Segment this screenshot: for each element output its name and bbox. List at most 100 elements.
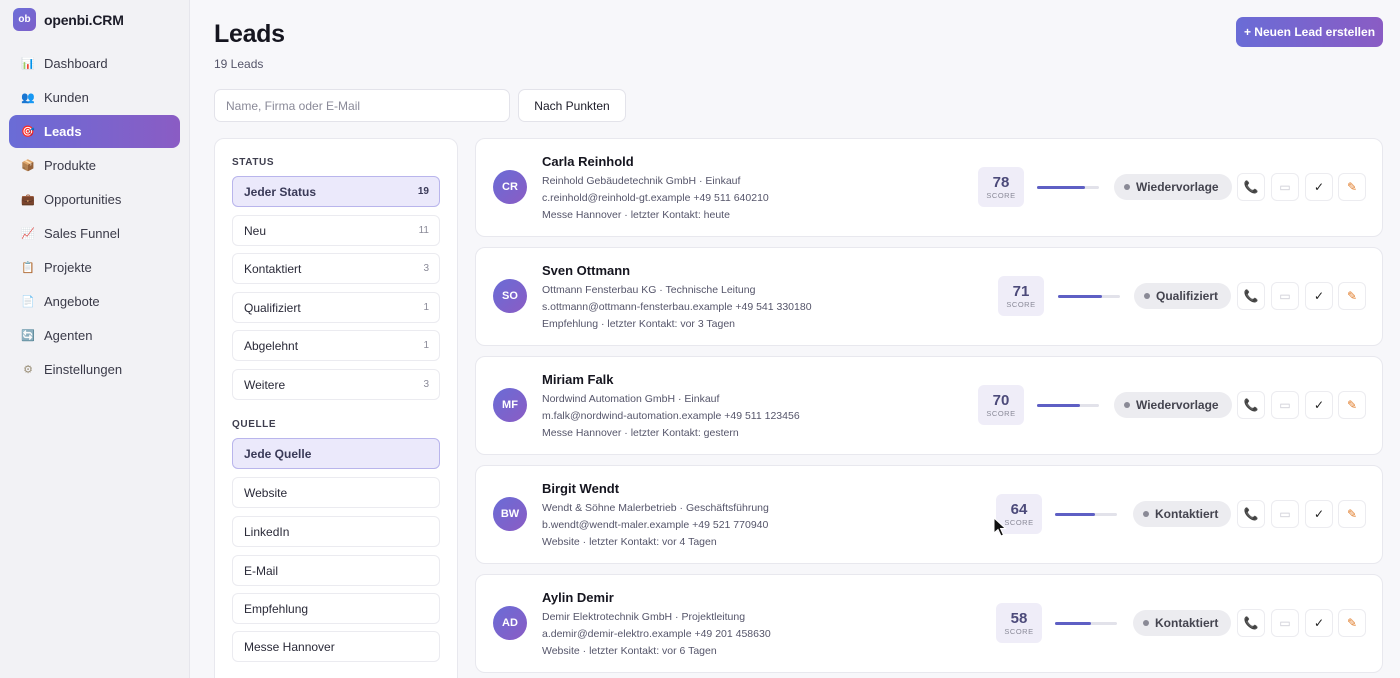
lead-card[interactable]: BW Birgit Wendt Wendt & Söhne Malerbetri… [475,465,1383,564]
sidebar-item-kunden[interactable]: 👥 Kunden [9,81,180,114]
sort-by-points-button[interactable]: Nach Punkten [518,89,626,122]
source-filter-empfehlung[interactable]: Empfehlung [232,593,440,624]
call-button[interactable]: 📞 [1237,282,1265,310]
users-icon: 👥 [21,92,35,104]
lead-company: Demir Elektrotechnik GmbH · Projektleitu… [542,611,746,623]
lead-card[interactable]: CR Carla Reinhold Reinhold Gebäudetechni… [475,138,1383,237]
sidebar-item-produkte[interactable]: 📦 Produkte [9,149,180,182]
status-filter-neu[interactable]: Neu 11 [232,215,440,246]
lead-name[interactable]: Aylin Demir [542,590,614,605]
call-button[interactable]: 📞 [1237,500,1265,528]
sidebar-item-leads[interactable]: 🎯 Leads [9,115,180,148]
filter-label: Messe Hannover [244,639,335,654]
page-title: Leads [214,20,285,48]
lead-name[interactable]: Birgit Wendt [542,481,619,496]
score-value: 64 [1010,501,1028,518]
refresh-icon: 🔄 [21,330,35,342]
qualify-button[interactable]: ✓ [1305,173,1333,201]
sidebar-item-opportunities[interactable]: 💼 Opportunities [9,183,180,216]
score-value: 58 [1010,610,1028,627]
sidebar-item-label: Einstellungen [44,362,123,377]
avatar: BW [493,497,527,531]
search-input[interactable] [214,89,510,122]
qualify-button[interactable]: ✓ [1305,609,1333,637]
email-button[interactable]: ▭ [1271,500,1299,528]
status-dot-icon [1143,620,1149,626]
sidebar-item-angebote[interactable]: 📄 Angebote [9,285,180,318]
lead-meta: Messe Hannover · letzter Kontakt: gester… [542,427,739,439]
status-badge[interactable]: Wiedervorlage [1114,174,1232,200]
status-badge[interactable]: Wiedervorlage [1114,392,1232,418]
lead-contact: s.ottmann@ottmann-fensterbau.example +49… [542,301,812,313]
qualify-button[interactable]: ✓ [1305,282,1333,310]
source-filter-all[interactable]: Jede Quelle [232,438,440,469]
lead-company: Ottmann Fensterbau KG · Technische Leitu… [542,284,756,296]
edit-button[interactable]: ✎ [1338,609,1366,637]
score-bar-fill [1055,622,1091,625]
lead-name[interactable]: Sven Ottmann [542,263,630,278]
status-filter-qualifiziert[interactable]: Qualifiziert 1 [232,292,440,323]
sidebar-item-dashboard[interactable]: 📊 Dashboard [9,47,180,80]
score-bar [1058,295,1120,298]
sidebar-item-label: Sales Funnel [44,226,120,241]
sidebar-item-projekte[interactable]: 📋 Projekte [9,251,180,284]
score-value: 70 [992,392,1010,409]
lead-card[interactable]: MF Miriam Falk Nordwind Automation GmbH … [475,356,1383,455]
source-filter-messe-hannover[interactable]: Messe Hannover [232,631,440,662]
pencil-icon: ✎ [1346,507,1358,521]
filter-count: 1 [423,302,429,313]
mail-icon: ▭ [1279,507,1291,521]
call-button[interactable]: 📞 [1237,173,1265,201]
status-badge[interactable]: Qualifiziert [1134,283,1232,309]
lead-meta: Empfehlung · letzter Kontakt: vor 3 Tage… [542,318,735,330]
email-button[interactable]: ▭ [1271,391,1299,419]
new-lead-button[interactable]: + Neuen Lead erstellen [1236,17,1383,47]
score-value: 71 [1012,283,1030,300]
sidebar-item-label: Leads [44,124,82,139]
filter-label: Weitere [244,377,286,392]
filter-label: Empfehlung [244,601,309,616]
filter-label: LinkedIn [244,524,290,539]
status-badge[interactable]: Kontaktiert [1133,501,1232,527]
mail-icon: ▭ [1279,180,1291,194]
source-filter-linkedin[interactable]: LinkedIn [232,516,440,547]
source-filter-email[interactable]: E-Mail [232,555,440,586]
lead-name[interactable]: Carla Reinhold [542,154,634,169]
source-filter-website[interactable]: Website [232,477,440,508]
package-icon: 📦 [21,160,35,172]
status-filter-all[interactable]: Jeder Status 19 [232,176,440,207]
edit-button[interactable]: ✎ [1338,173,1366,201]
filter-label: Kontaktiert [244,261,302,276]
status-badge[interactable]: Kontaktiert [1133,610,1232,636]
email-button[interactable]: ▭ [1271,282,1299,310]
lead-name[interactable]: Miriam Falk [542,372,614,387]
call-button[interactable]: 📞 [1237,391,1265,419]
email-button[interactable]: ▭ [1271,609,1299,637]
edit-button[interactable]: ✎ [1338,500,1366,528]
pencil-icon: ✎ [1346,616,1358,630]
status-filter-weitere[interactable]: Weitere 3 [232,369,440,400]
sidebar-item-label: Angebote [44,294,100,309]
avatar: CR [493,170,527,204]
edit-button[interactable]: ✎ [1338,391,1366,419]
status-label: Kontaktiert [1155,616,1219,630]
lead-card[interactable]: AD Aylin Demir Demir Elektrotechnik GmbH… [475,574,1383,673]
sidebar-item-sales-funnel[interactable]: 📈 Sales Funnel [9,217,180,250]
call-button[interactable]: 📞 [1237,609,1265,637]
check-icon: ✓ [1313,289,1325,303]
sidebar-item-agenten[interactable]: 🔄 Agenten [9,319,180,352]
sidebar-item-einstellungen[interactable]: ⚙ Einstellungen [9,353,180,386]
qualify-button[interactable]: ✓ [1305,500,1333,528]
qualify-button[interactable]: ✓ [1305,391,1333,419]
status-filter-kontaktiert[interactable]: Kontaktiert 3 [232,253,440,284]
edit-button[interactable]: ✎ [1338,282,1366,310]
lead-card[interactable]: SO Sven Ottmann Ottmann Fensterbau KG · … [475,247,1383,346]
score-bar [1055,622,1117,625]
status-dot-icon [1124,184,1130,190]
email-button[interactable]: ▭ [1271,173,1299,201]
filter-count: 3 [423,263,429,274]
status-filter-abgelehnt[interactable]: Abgelehnt 1 [232,330,440,361]
phone-icon: 📞 [1243,180,1259,194]
lead-company: Nordwind Automation GmbH · Einkauf [542,393,720,405]
brand[interactable]: ob openbi.CRM [13,8,124,31]
